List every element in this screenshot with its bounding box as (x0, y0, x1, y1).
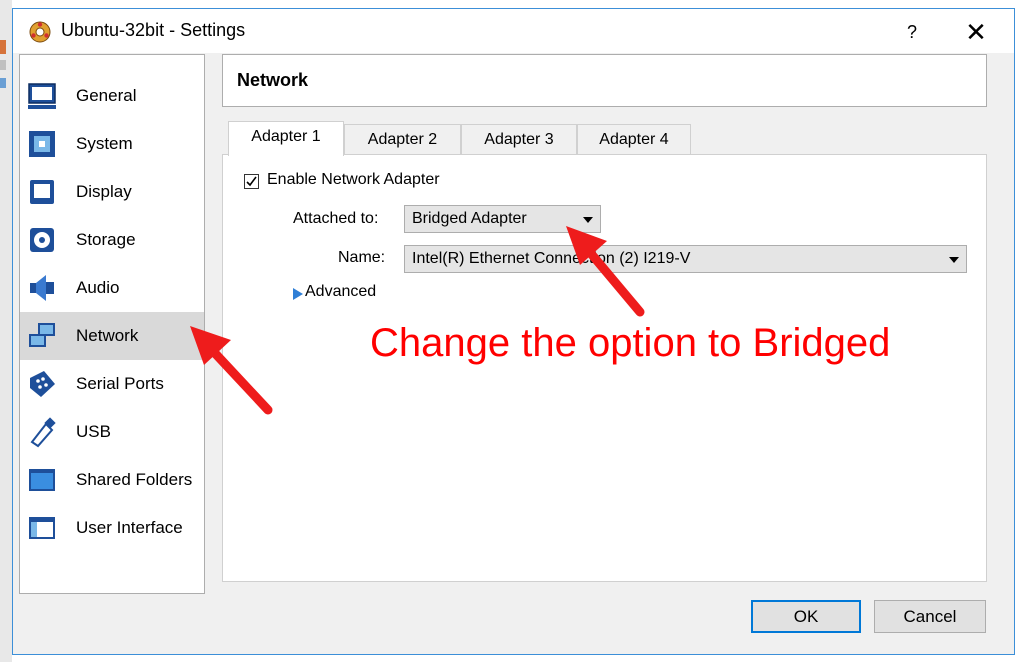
monitor-icon (28, 83, 56, 109)
sidebar-item-general[interactable]: General (20, 72, 204, 120)
title-bar: Ubuntu-32bit - Settings ? ✕ (13, 9, 1014, 53)
sidebar-item-label: Network (76, 326, 139, 345)
network-icon (29, 323, 55, 347)
sidebar-item-storage[interactable]: Storage (20, 216, 204, 264)
chip-icon (29, 131, 55, 157)
page-title: Network (237, 70, 309, 90)
chevron-down-icon (949, 257, 959, 263)
page-header: Network (222, 54, 987, 107)
sidebar-item-user-interface[interactable]: User Interface (20, 504, 204, 552)
sidebar-item-label: Audio (76, 278, 120, 297)
sidebar-item-usb[interactable]: USB (20, 408, 204, 456)
sidebar-item-network[interactable]: Network (20, 312, 204, 360)
virtualbox-app-icon (29, 21, 51, 43)
settings-sidebar: General System Display Storage Audio Net… (19, 54, 205, 594)
annotation-text: Change the option to Bridged (370, 321, 891, 365)
sidebar-item-audio[interactable]: Audio (20, 264, 204, 312)
adapter-name-value: Intel(R) Ethernet Connection (2) I219-V (412, 250, 691, 267)
sidebar-item-label: Serial Ports (76, 374, 164, 393)
sidebar-item-label: Display (76, 182, 132, 201)
advanced-toggle[interactable]: Advanced (305, 283, 376, 301)
speaker-icon (30, 275, 54, 301)
sidebar-item-label: Shared Folders (76, 470, 193, 489)
cancel-button[interactable]: Cancel (874, 600, 986, 633)
attached-to-value: Bridged Adapter (412, 210, 527, 227)
tab-adapter-1[interactable]: Adapter 1 (228, 121, 344, 156)
close-button[interactable]: ✕ (959, 15, 993, 49)
enable-adapter-checkbox[interactable] (244, 174, 259, 189)
sidebar-item-label: User Interface (76, 518, 183, 537)
tab-adapter-2[interactable]: Adapter 2 (344, 124, 461, 154)
chevron-down-icon (583, 217, 593, 223)
tab-adapter-4[interactable]: Adapter 4 (577, 124, 691, 154)
tab-adapter-3[interactable]: Adapter 3 (461, 124, 577, 154)
expand-arrow-icon[interactable] (293, 288, 303, 300)
adapter-name-select[interactable]: Intel(R) Ethernet Connection (2) I219-V (404, 245, 967, 273)
storage-icon (30, 228, 54, 252)
background-window-edge (0, 0, 12, 662)
window-title: Ubuntu-32bit - Settings (61, 20, 246, 40)
sidebar-item-serial-ports[interactable]: Serial Ports (20, 360, 204, 408)
ok-button[interactable]: OK (751, 600, 861, 633)
checkmark-icon (246, 176, 257, 187)
sidebar-item-label: USB (76, 422, 111, 441)
help-button[interactable]: ? (897, 17, 927, 47)
sidebar-item-system[interactable]: System (20, 120, 204, 168)
window-icon (29, 517, 55, 539)
sidebar-item-label: Storage (76, 230, 136, 249)
attached-to-label: Attached to: (293, 210, 379, 227)
sidebar-item-label: System (76, 134, 133, 153)
sidebar-item-label: General (76, 86, 137, 105)
folder-icon (29, 469, 55, 491)
sidebar-item-display[interactable]: Display (20, 168, 204, 216)
serial-port-icon (30, 371, 55, 397)
sidebar-item-shared-folders[interactable]: Shared Folders (20, 456, 204, 504)
usb-icon (30, 417, 56, 448)
adapter-name-label: Name: (338, 249, 386, 266)
display-icon (30, 180, 54, 204)
attached-to-select[interactable]: Bridged Adapter (404, 205, 601, 233)
enable-adapter-label[interactable]: Enable Network Adapter (267, 171, 440, 189)
